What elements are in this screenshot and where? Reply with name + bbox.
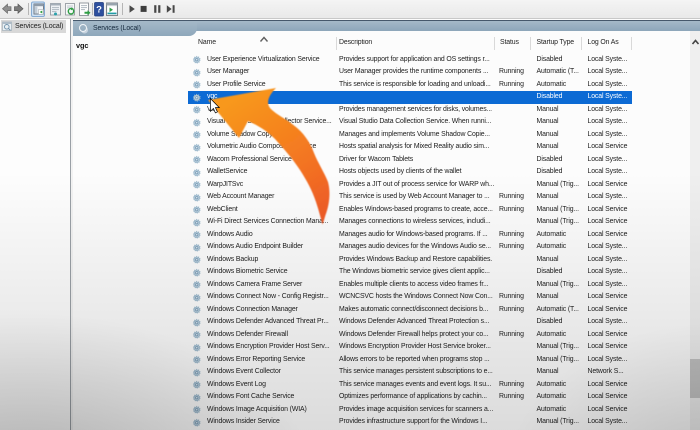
svg-text:?: ? (96, 5, 102, 16)
